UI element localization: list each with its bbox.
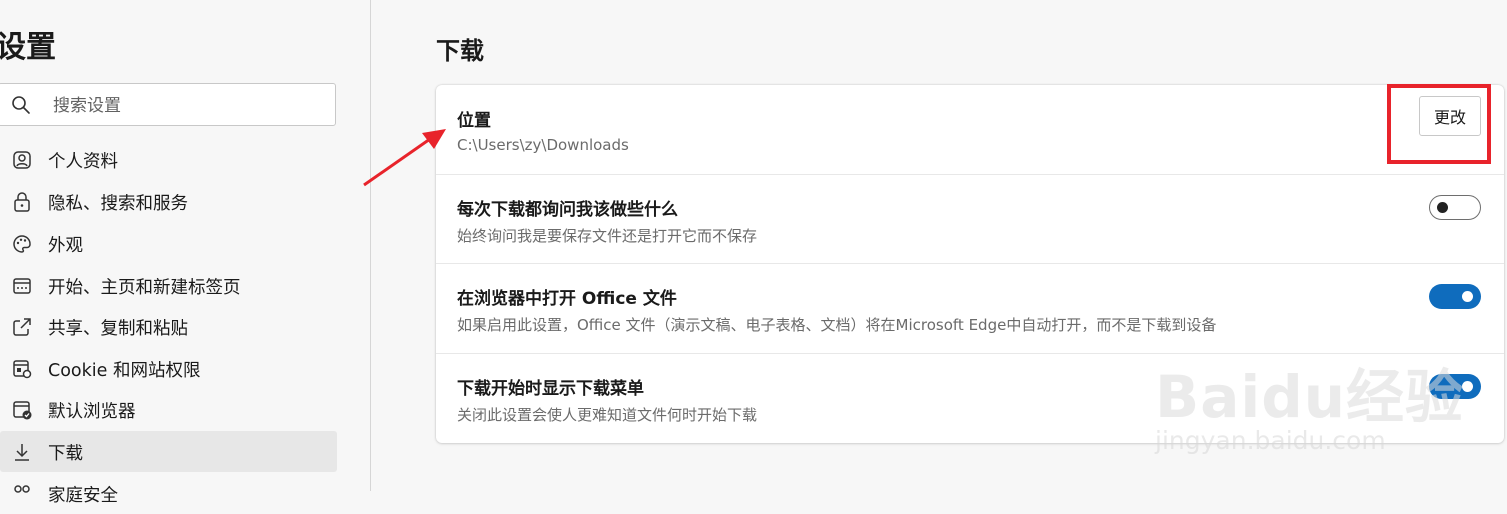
- open-office-toggle[interactable]: [1429, 284, 1481, 309]
- setting-title: 下载开始时显示下载菜单: [457, 379, 644, 399]
- toggle-knob: [1462, 291, 1473, 302]
- toggle-knob: [1437, 202, 1448, 213]
- setting-row-location: 位置 C:\Users\zy\Downloads 更改: [436, 85, 1504, 174]
- lock-icon: [14, 192, 30, 212]
- sidebar-item-family[interactable]: 家庭安全: [0, 473, 337, 514]
- watermark-brand: Baidu经验: [1155, 363, 1465, 431]
- row-divider: [436, 174, 1504, 175]
- ask-each-download-toggle[interactable]: [1429, 195, 1481, 220]
- family-icon: [14, 485, 30, 493]
- sidebar-item-label: 开始、主页和新建标签页: [48, 278, 241, 298]
- setting-title: 位置: [457, 111, 491, 131]
- baidu-watermark: Baidu经验 jingyan.baidu.com: [1150, 330, 1490, 460]
- default-browser-icon: [13, 401, 32, 420]
- search-input[interactable]: [51, 90, 325, 122]
- profile-icon: [13, 151, 31, 169]
- palette-icon: [13, 235, 31, 253]
- setting-description: 始终询问我是要保存文件还是打开它而不保存: [457, 227, 758, 245]
- sidebar-item-share[interactable]: 共享、复制和粘贴: [0, 306, 337, 347]
- search-box[interactable]: [0, 83, 336, 126]
- sidebar-item-appearance[interactable]: 外观: [0, 223, 337, 264]
- sidebar-item-label: 隐私、搜索和服务: [48, 194, 188, 214]
- sidebar-item-label: 共享、复制和粘贴: [48, 319, 188, 339]
- setting-title: 每次下载都询问我该做些什么: [457, 200, 678, 220]
- watermark-url: jingyan.baidu.com: [1155, 426, 1386, 455]
- sidebar-item-privacy[interactable]: 隐私、搜索和服务: [0, 181, 337, 222]
- site-permissions-icon: [13, 360, 32, 379]
- sidebar-item-default-browser[interactable]: 默认浏览器: [0, 389, 337, 430]
- sidebar-item-label: 外观: [48, 236, 83, 256]
- annotation-highlight-box: [1387, 84, 1491, 164]
- setting-description: 关闭此设置会使人更难知道文件何时开始下载: [457, 406, 758, 424]
- sidebar-item-label: 个人资料: [48, 152, 118, 172]
- settings-sidebar: 设置 个人资料 隐私、搜索和服务 外观: [0, 0, 371, 506]
- sidebar-title: 设置: [0, 30, 56, 65]
- home-tab-icon: [13, 278, 31, 294]
- download-icon: [15, 444, 29, 461]
- download-path: C:\Users\zy\Downloads: [457, 136, 629, 154]
- sidebar-item-label: 默认浏览器: [48, 402, 136, 422]
- sidebar-item-label: 家庭安全: [48, 486, 118, 506]
- sidebar-item-profile[interactable]: 个人资料: [0, 139, 337, 180]
- search-icon: [12, 96, 30, 114]
- sidebar-item-cookies[interactable]: Cookie 和网站权限: [0, 348, 337, 389]
- sidebar-item-start-home[interactable]: 开始、主页和新建标签页: [0, 265, 337, 306]
- setting-row-ask-each-download: 每次下载都询问我该做些什么 始终询问我是要保存文件还是打开它而不保存: [436, 174, 1504, 263]
- sidebar-item-downloads[interactable]: 下载: [0, 431, 337, 472]
- setting-description: 如果启用此设置，Office 文件（演示文稿、电子表格、文档）将在Microso…: [457, 316, 1217, 334]
- page-title: 下载: [436, 37, 484, 65]
- row-divider: [436, 263, 1504, 264]
- sidebar-item-label: Cookie 和网站权限: [48, 361, 201, 381]
- setting-title: 在浏览器中打开 Office 文件: [457, 289, 677, 309]
- sidebar-item-label: 下载: [48, 444, 83, 464]
- share-icon: [13, 318, 31, 336]
- annotation-arrow-icon: [363, 129, 446, 187]
